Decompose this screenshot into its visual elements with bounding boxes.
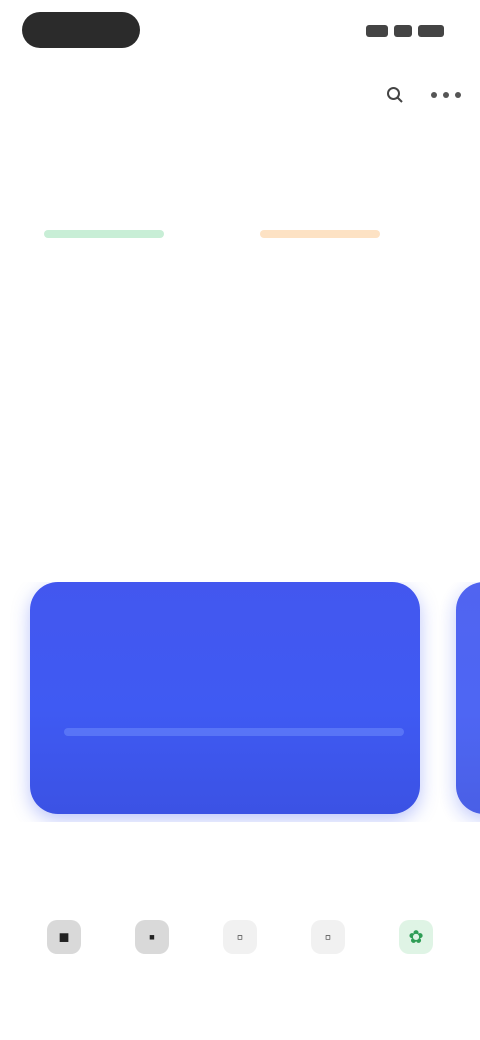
more-icon[interactable] [426, 82, 466, 108]
summary-card[interactable] [260, 230, 460, 288]
search-icon[interactable] [382, 82, 408, 108]
status-icons [366, 22, 444, 40]
wifi-icon [394, 25, 412, 37]
tab-bar [0, 152, 480, 202]
square-icon: ■ [47, 920, 81, 954]
leaf-icon: ✿ [399, 920, 433, 954]
tab-2[interactable] [120, 152, 240, 202]
tab-1[interactable] [0, 152, 120, 202]
square-icon: ▪ [135, 920, 169, 954]
shortcut-item[interactable]: ■ [34, 920, 94, 990]
status-time-pill [22, 12, 140, 48]
summary-accent-bar [44, 230, 164, 238]
shortcut-item[interactable]: ▫ [210, 920, 270, 990]
tab-4[interactable] [360, 152, 480, 202]
promo-progress-line [64, 728, 404, 736]
square-icon: ▫ [223, 920, 257, 954]
shortcut-item[interactable]: ✿ [386, 920, 446, 990]
summary-card[interactable] [44, 230, 244, 288]
promo-carousel [0, 582, 480, 822]
summary-section [0, 230, 480, 410]
promo-card[interactable] [30, 582, 420, 814]
battery-icon [418, 25, 444, 37]
square-icon: ▫ [311, 920, 345, 954]
signal-icon [366, 25, 388, 37]
shortcut-item[interactable]: ▫ [298, 920, 358, 990]
tab-3[interactable] [240, 152, 360, 202]
promo-card-next[interactable] [456, 582, 480, 814]
shortcut-item[interactable]: ▪ [122, 920, 182, 990]
header-actions [382, 82, 466, 108]
shortcut-row: ■ ▪ ▫ ▫ ✿ [0, 920, 480, 990]
summary-accent-bar [260, 230, 380, 238]
